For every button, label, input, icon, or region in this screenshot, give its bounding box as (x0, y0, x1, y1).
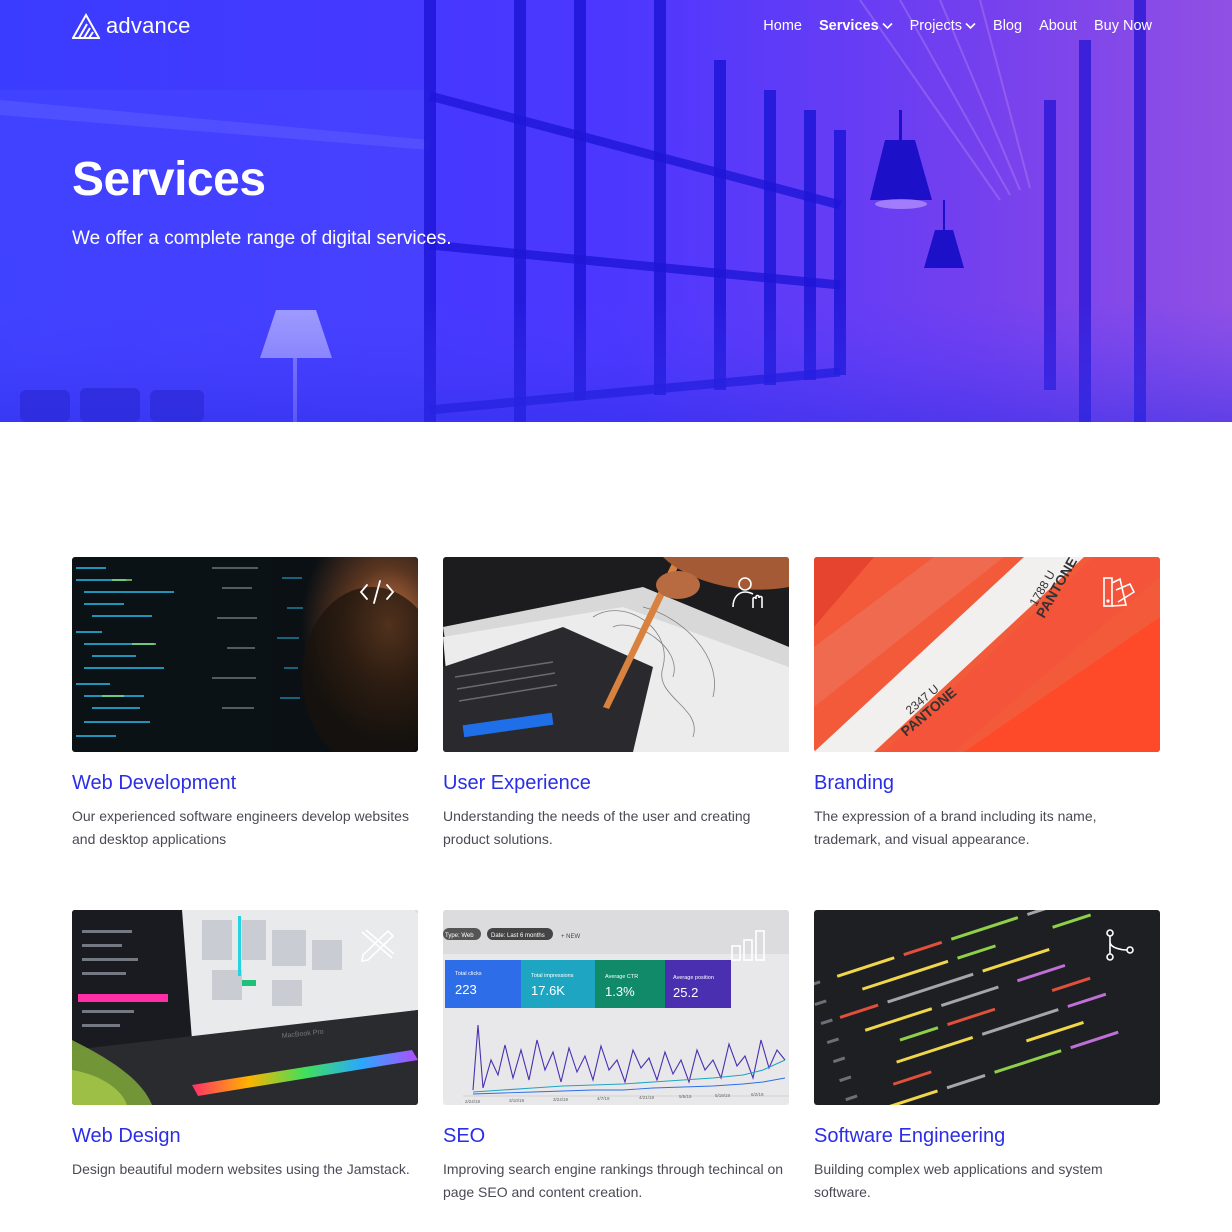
service-image[interactable] (814, 910, 1160, 1105)
service-title[interactable]: Software Engineering (814, 1125, 1160, 1148)
pencil-ruler-icon (361, 929, 395, 962)
service-description: Building complex web applications and sy… (814, 1161, 1103, 1200)
color-swatch-icon (1103, 577, 1136, 607)
chevron-down-icon (965, 22, 976, 30)
nav-menu: Home Services Projects Blog About Buy No… (763, 18, 1152, 34)
nav-item-services[interactable]: Services (819, 18, 893, 34)
bar-chart-icon (731, 930, 765, 961)
date-tick: 5/19/19 (715, 1093, 731, 1098)
service-image[interactable]: MacBook Pro (72, 910, 418, 1105)
metric-label: Total impressions (531, 973, 574, 979)
metric-value: 25.2 (673, 985, 698, 1000)
metric-value: 17.6K (531, 983, 565, 998)
filter-chip: Type: Web (445, 933, 474, 939)
nav-item-label: Home (763, 18, 802, 34)
service-card-user-experience[interactable]: User Experience Understanding the needs … (443, 557, 789, 851)
nav-item-home[interactable]: Home (763, 18, 802, 34)
nav-item-label: Services (818, 18, 879, 34)
nav-item-label: Projects (909, 18, 963, 34)
service-card-web-development[interactable]: Web Development Our experienced software… (72, 557, 418, 851)
service-title[interactable]: User Experience (443, 772, 789, 795)
metric-label: Average position (673, 975, 714, 981)
service-title[interactable]: SEO (443, 1125, 789, 1148)
nav-item-buy-now[interactable]: Buy Now (1094, 18, 1152, 34)
service-image[interactable]: PANTONE 1788 U PANTONE 2347 U (814, 557, 1160, 752)
service-card-branding[interactable]: PANTONE 1788 U PANTONE 2347 U Branding T… (814, 557, 1160, 851)
metric-value: 223 (455, 982, 477, 997)
service-image[interactable] (72, 557, 418, 752)
nav-item-about[interactable]: About (1039, 18, 1077, 34)
chevron-down-icon (882, 22, 893, 30)
add-filter: + NEW (561, 934, 581, 940)
service-description: The expression of a brand including its … (814, 808, 1097, 847)
metric-label: Average CTR (605, 974, 638, 980)
nav-item-label: Blog (993, 18, 1023, 34)
metric-value: 1.3% (605, 984, 635, 999)
nav-item-label: Buy Now (1093, 18, 1152, 34)
date-tick: 6/2/19 (751, 1092, 764, 1097)
brand-name: advance (106, 13, 191, 38)
date-tick: 4/7/19 (597, 1096, 610, 1101)
service-description: Our experienced software engineers devel… (72, 808, 409, 847)
nav-item-projects[interactable]: Projects (910, 18, 976, 34)
date-tick: 4/21/19 (639, 1095, 655, 1100)
date-tick: 3/10/19 (509, 1098, 525, 1103)
date-tick: 2/24/19 (465, 1099, 481, 1104)
hero-background-image (0, 0, 1232, 422)
nav-item-blog[interactable]: Blog (993, 18, 1022, 34)
service-card-web-design[interactable]: MacBook Pro Web Design Design beautiful … (72, 910, 418, 1181)
service-description: Understanding the needs of the user and … (443, 808, 751, 847)
service-card-seo[interactable]: Type: Web Date: Last 6 months + NEW Tota… (443, 910, 789, 1204)
service-image[interactable] (443, 557, 789, 752)
main-navigation: advance Home Services Projects Blog Abou… (72, 10, 1152, 42)
service-title[interactable]: Web Development (72, 772, 418, 795)
page-subtitle: We offer a complete range of digital ser… (72, 228, 452, 249)
brand-logo[interactable]: advance (72, 13, 191, 39)
git-branch-icon (1106, 929, 1134, 961)
date-tick: 3/24/19 (553, 1097, 569, 1102)
code-icon (359, 580, 395, 604)
user-hand-icon (732, 577, 763, 608)
service-card-software-engineering[interactable]: Software Engineering Building complex we… (814, 910, 1160, 1204)
metric-label: Total clicks (455, 971, 482, 977)
service-title[interactable]: Web Design (72, 1125, 418, 1148)
date-tick: 5/5/19 (679, 1094, 692, 1099)
service-description: Improving search engine rankings through… (443, 1161, 784, 1200)
service-image[interactable]: Type: Web Date: Last 6 months + NEW Tota… (443, 910, 789, 1105)
filter-chip: Date: Last 6 months (491, 933, 545, 939)
advance-logo-icon (72, 13, 100, 39)
service-title[interactable]: Branding (814, 772, 1160, 795)
page-title: Services (72, 153, 266, 206)
service-description: Design beautiful modern websites using t… (72, 1161, 410, 1177)
hero-banner: advance Home Services Projects Blog Abou… (0, 0, 1232, 422)
nav-item-label: About (1039, 18, 1077, 34)
